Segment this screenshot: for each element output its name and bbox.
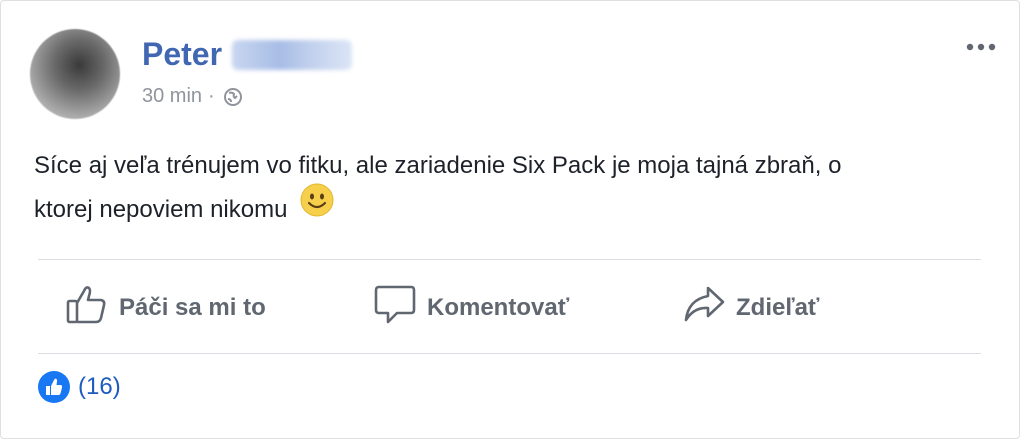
reactions-summary[interactable]: (16): [38, 371, 121, 403]
like-icon: [38, 371, 70, 403]
share-arrow-icon: [682, 282, 736, 333]
post-text-line-1: Síce aj veľa trénujem vo fitku, ale zari…: [34, 152, 842, 179]
comment-icon: [373, 282, 427, 333]
author-avatar[interactable]: [30, 29, 120, 119]
post-text-line-2-text: ktorej nepoviem nikomu: [34, 196, 288, 223]
share-button[interactable]: Zdieľať: [682, 282, 819, 333]
action-bar: Páči sa mi to Komentovať Zdieľať: [38, 274, 981, 336]
more-options-icon[interactable]: [965, 39, 997, 57]
post-body: Síce aj veľa trénujem vo fitku, ale zari…: [34, 144, 994, 232]
post-timestamp[interactable]: 30 min: [142, 85, 202, 108]
post-meta: 30 min ·: [142, 85, 243, 108]
thumbs-up-icon: [65, 282, 119, 333]
smiley-emoji: [300, 183, 334, 232]
reaction-count: (16): [78, 373, 121, 400]
like-label: Páči sa mi to: [119, 293, 266, 321]
comment-label: Komentovať: [427, 293, 570, 321]
author-surname-blurred: [232, 39, 353, 70]
author-name-row: Peter: [142, 36, 353, 73]
author-name[interactable]: Peter: [142, 36, 222, 73]
comment-button[interactable]: Komentovať: [373, 282, 569, 333]
post-text-line-2: ktorej nepoviem nikomu: [34, 183, 994, 232]
actions-top-divider: [38, 259, 981, 260]
meta-separator: ·: [208, 85, 215, 107]
share-label: Zdieľať: [736, 293, 820, 321]
globe-icon[interactable]: [223, 87, 243, 107]
actions-bottom-divider: [38, 353, 981, 354]
post-card: Peter 30 min · Síce aj veľa trénujem vo …: [0, 0, 1020, 439]
like-button[interactable]: Páči sa mi to: [65, 282, 266, 333]
